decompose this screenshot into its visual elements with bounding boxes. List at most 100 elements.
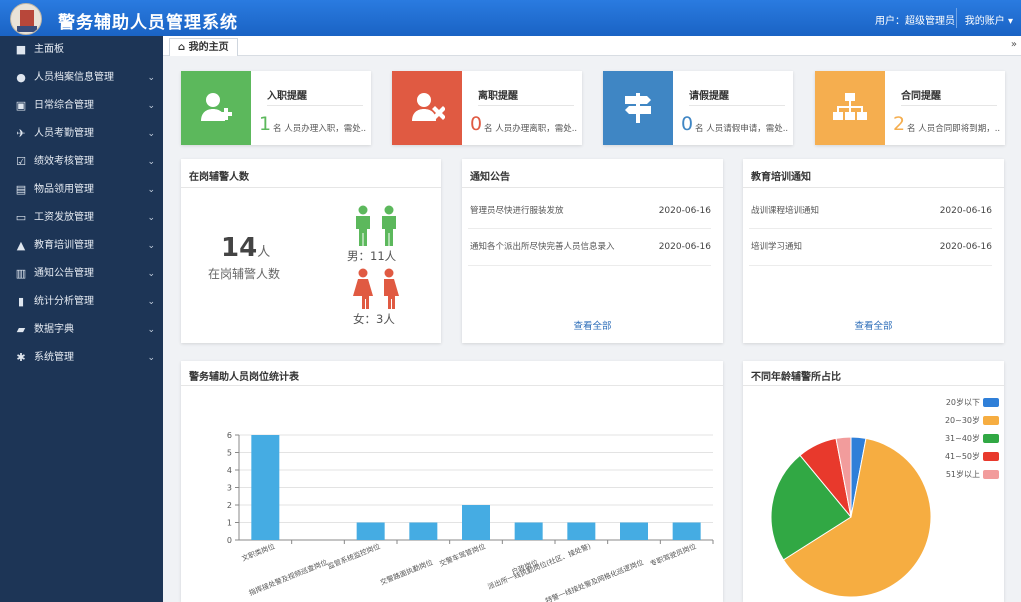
bar [672,522,701,540]
x-tick-label: 特警一线接处警及网格化巡逻岗位 [544,558,645,602]
reminder-divider [478,105,574,106]
sidebar-item[interactable]: ▲ 教育培训管理 ⌄ [0,232,163,260]
account-label: 我的账户 [964,16,1005,27]
row-divider [749,265,992,266]
chevron-down-icon: ⌄ [147,325,155,335]
header-divider [956,8,957,28]
bar [409,522,438,540]
sidebar-item-label: 人员考勤管理 [34,128,94,139]
x-tick-label: 监管系统监控岗位 [326,542,381,571]
sidebar-item-label: 统计分析管理 [34,296,94,307]
x-tick-label: 文职类岗位 [240,542,276,563]
sidebar-item[interactable]: ▤ 物品领用管理 ⌄ [0,176,163,204]
panel-divider [743,187,1004,188]
chevron-down-icon: ⌄ [147,269,155,279]
sidebar-item[interactable]: ● 人员档案信息管理 ⌄ [0,64,163,92]
bar-chart: 0 1 2 3 4 5 6 文职类岗位指挥接处警及视频巡查岗位监管系统监控岗位交警路面执勤岗位… [227,431,714,602]
reminder-count: 0 [681,113,694,135]
calendar-check-icon: ☑ [16,155,26,168]
reminder-count: 0 [470,113,483,135]
training-text: 战训课程培训通知 [751,206,820,216]
sidebar-item[interactable]: ✈ 人员考勤管理 ⌄ [0,120,163,148]
sidebar-item-label: 数据字典 [34,324,74,335]
chevron-down-icon: ⌄ [147,297,155,307]
reminder-card[interactable]: 请假提醒 0 名 人员请假申请，需处... [603,71,793,145]
sidebar-item[interactable]: ■ 主面板 [0,36,163,64]
graduation-cap-icon: ▲ [16,239,26,252]
legend-swatch [983,398,999,407]
sidebar-item[interactable]: ▭ 工资发放管理 ⌄ [0,204,163,232]
legend-label: 51岁以上 [946,469,980,479]
sidebar-item[interactable]: ▰ 数据字典 ⌄ [0,316,163,344]
bar [514,522,543,540]
notices-view-all-link[interactable]: 查看全部 [462,318,723,332]
male-count-label: 男：11人 [347,249,397,263]
row-divider [468,265,711,266]
reminder-divider [689,105,785,106]
sidebar-item-label: 工资发放管理 [34,212,94,223]
y-tick-label: 6 [227,431,232,440]
chevron-down-icon: ⌄ [147,185,155,195]
signpost-icon [625,93,651,123]
x-tick-label: 交警车驾管岗位 [438,542,487,569]
sidebar-item[interactable]: ▥ 通知公告管理 ⌄ [0,260,163,288]
notices-title: 通知公告 [470,172,510,183]
training-item[interactable]: 战训课程培训通知 2020-06-16 [751,202,992,220]
notice-item[interactable]: 管理员尽快进行服装发放 2020-06-16 [470,202,711,220]
book-icon: ▰ [16,323,26,336]
sidebar-item-label: 物品领用管理 [34,184,94,195]
sidebar-item[interactable]: ☑ 绩效考核管理 ⌄ [0,148,163,176]
sidebar-item-label: 人员档案信息管理 [34,72,114,83]
reminder-desc: 名 人员办理入职，需处... [273,124,367,134]
bar [356,522,385,540]
legend-swatch [983,470,999,479]
reminder-card[interactable]: 合同提醒 2 名 人员合同即将到期，... [815,71,1005,145]
plane-icon: ✈ [16,127,26,140]
top-bar: 警务辅助人员管理系统 用户：超级管理员 我的账户 ▾ [0,0,1021,36]
legend-label: 41~50岁 [945,451,980,461]
sidebar-item-label: 绩效考核管理 [34,156,94,167]
x-tick-label: 派出所一线执勤岗位(社区、接处警) [486,541,592,591]
legend-label: 20岁以下 [946,397,980,407]
panel-divider [181,187,441,188]
sidebar-item[interactable]: ▮ 统计分析管理 ⌄ [0,288,163,316]
tab-home[interactable]: ⌂ 我的主页 [169,38,238,56]
x-tick-label: 指挥接处警及视频巡查岗位 [247,558,328,598]
training-item[interactable]: 培训学习通知 2020-06-16 [751,238,992,256]
female-icon [353,268,399,309]
training-date: 2020-06-16 [939,206,992,216]
reminder-divider [267,105,363,106]
notice-item[interactable]: 通知各个派出所尽快完善人员信息录入 2020-06-16 [470,238,711,256]
reminder-desc: 名 人员请假申请，需处... [695,124,789,134]
training-view-all-link[interactable]: 查看全部 [743,318,1004,332]
reminder-title: 请假提醒 [689,91,729,102]
briefcase-icon: ▤ [15,183,27,196]
police-logo [10,3,42,35]
reminder-card[interactable]: 入职提醒 1 名 人员办理入职，需处... [181,71,371,145]
staff-panel-title: 在岗辅警人数 [189,172,249,183]
notices-panel: 通知公告 管理员尽快进行服装发放 2020-06-16 通知各个派出所尽快完善人员… [462,159,723,343]
reminder-title: 入职提醒 [267,91,307,102]
account-menu[interactable]: 我的账户 ▾ [965,12,1013,27]
bar [251,435,280,540]
tab-home-label: 我的主页 [188,42,229,53]
chevron-down-icon: ⌄ [147,241,155,251]
chevron-down-icon: ⌄ [147,157,155,167]
y-tick-label: 2 [227,501,232,510]
reminder-count: 1 [259,113,272,135]
legend-label: 31~40岁 [945,433,980,443]
sidebar-item[interactable]: ▣ 日常综合管理 ⌄ [0,92,163,120]
sidebar-item-label: 通知公告管理 [34,268,94,279]
credit-card-icon: ▭ [15,211,27,224]
reminder-card[interactable]: 离职提醒 0 名 人员办理离职，需处... [392,71,582,145]
chevron-down-icon: ⌄ [147,129,155,139]
reminder-icon-block [392,71,462,145]
tab-expand-icon[interactable]: » [1011,39,1017,50]
chevron-down-icon: ⌄ [147,101,155,111]
sidebar-item[interactable]: ✱ 系统管理 ⌄ [0,344,163,372]
notice-text: 管理员尽快进行服装发放 [470,206,564,216]
notice-text: 通知各个派出所尽快完善人员信息录入 [470,242,615,252]
legend-swatch [983,434,999,443]
newspaper-icon: ▥ [15,267,27,280]
caret-down-icon: ▾ [1007,16,1013,27]
